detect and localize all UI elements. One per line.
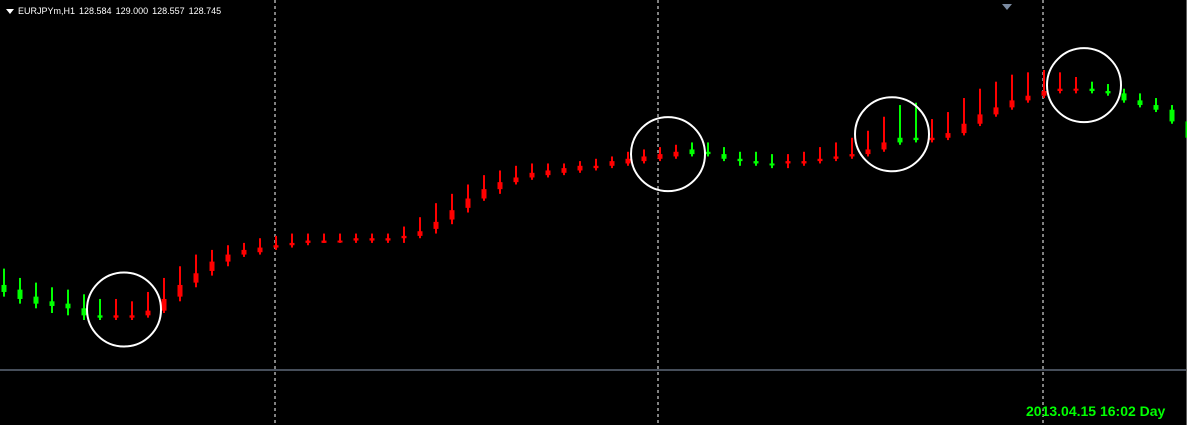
candle-body — [449, 210, 455, 220]
candle-body — [817, 158, 823, 162]
candle-body — [49, 301, 55, 306]
candle-body — [737, 158, 743, 162]
candle-body — [321, 240, 327, 243]
candle-body — [561, 168, 567, 173]
candle-body — [785, 161, 791, 164]
candle-body — [1089, 88, 1095, 92]
candle-body — [833, 156, 839, 159]
annotation-circle-0 — [86, 271, 162, 348]
chart-area[interactable]: EURJPYm,H1 128.584 129.000 128.557 128.745 2… — [0, 0, 1187, 425]
candle-body — [689, 149, 695, 155]
candle-body — [721, 154, 727, 159]
open-value: 128.584 — [79, 6, 112, 16]
candle-body — [929, 137, 935, 141]
candle-body — [369, 238, 375, 241]
candle-body — [353, 238, 359, 241]
candle-body — [65, 303, 71, 309]
candle-body — [401, 235, 407, 239]
candle-body — [257, 247, 263, 253]
candle-body — [657, 154, 663, 159]
candle-body — [305, 240, 311, 243]
candle-body — [529, 172, 535, 178]
candle-body — [769, 163, 775, 166]
candle-body — [1025, 95, 1031, 101]
candle-body — [497, 182, 503, 190]
candle-body — [1073, 88, 1079, 91]
candle-body — [273, 245, 279, 248]
candle-body — [209, 261, 215, 271]
low-value: 128.557 — [152, 6, 185, 16]
candle-body — [801, 161, 807, 164]
candle-body — [1153, 105, 1159, 110]
annotation-circle-2 — [854, 96, 930, 173]
candle-body — [625, 158, 631, 164]
candle-body — [481, 189, 487, 199]
candle-body — [465, 198, 471, 208]
candle-body — [129, 315, 135, 318]
candle-body — [417, 231, 423, 236]
candle-body — [289, 242, 295, 246]
candle-body — [81, 308, 87, 316]
candle-body — [337, 240, 343, 243]
candle-body — [1057, 88, 1063, 92]
candle-body — [113, 315, 119, 318]
candle-body — [1169, 109, 1175, 122]
candle-body — [593, 165, 599, 169]
candles — [1, 70, 1187, 320]
candle-body — [865, 149, 871, 155]
candle-body — [545, 170, 551, 176]
candle-body — [673, 151, 679, 157]
candle-body — [913, 137, 919, 141]
candle-body — [609, 161, 615, 166]
candle-body — [225, 254, 231, 262]
candle-body — [961, 123, 967, 134]
candle-body — [433, 221, 439, 229]
candle-body — [1137, 100, 1143, 106]
candle-body — [977, 114, 983, 124]
candlestick-chart[interactable] — [0, 0, 1187, 425]
candle-body — [993, 107, 999, 115]
candle-body — [33, 296, 39, 304]
candle-body — [241, 249, 247, 255]
annotation-circle-3 — [1046, 47, 1122, 124]
candle-body — [1, 284, 7, 292]
menu-triangle-icon[interactable] — [6, 9, 14, 15]
candle-body — [897, 137, 903, 143]
candle-body — [1121, 93, 1127, 101]
high-value: 129.000 — [115, 6, 149, 16]
candle-body — [193, 273, 199, 283]
symbol-label: EURJPYm,H1 — [18, 6, 76, 16]
candle-body — [145, 310, 151, 316]
candle-body — [1105, 91, 1111, 94]
shift-marker-icon[interactable] — [1002, 4, 1012, 10]
candle-body — [849, 154, 855, 157]
candle-body — [641, 156, 647, 162]
timestamp-label: 2013.04.15 16:02 Day — [1026, 403, 1166, 419]
candle-body — [753, 161, 759, 164]
chart-header: EURJPYm,H1 128.584 129.000 128.557 128.745 — [6, 6, 225, 16]
candle-body — [513, 177, 519, 183]
candle-body — [1009, 100, 1015, 108]
candle-body — [161, 298, 167, 311]
candle-body — [945, 133, 951, 138]
candle-body — [881, 142, 887, 150]
candle-body — [1041, 91, 1047, 96]
candle-body — [705, 151, 711, 155]
candle-body — [177, 284, 183, 297]
candle-body — [17, 289, 23, 299]
candle-body — [97, 315, 103, 318]
candle-body — [577, 165, 583, 171]
close-value: 128.745 — [188, 6, 222, 16]
candle-body — [385, 238, 391, 241]
